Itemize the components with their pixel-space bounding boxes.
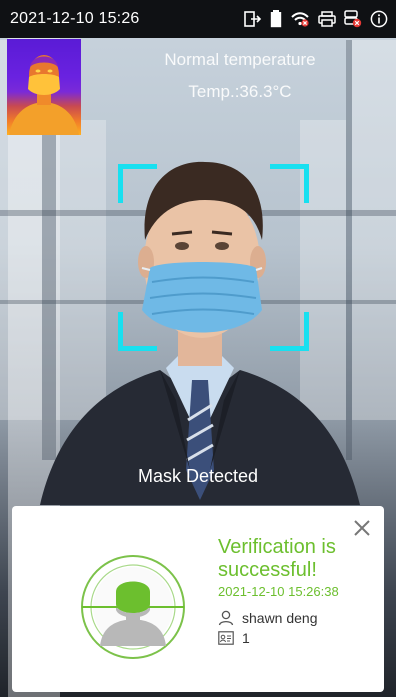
exit-icon	[244, 11, 262, 27]
database-alert-icon	[344, 10, 362, 28]
status-icons	[244, 10, 388, 28]
status-datetime: 2021-12-10 15:26	[10, 10, 140, 27]
thermal-person-silhouette	[9, 55, 79, 135]
battery-icon	[270, 10, 282, 28]
thermal-image	[7, 39, 81, 135]
user-id-row: 1	[218, 630, 250, 646]
verification-title: Verification is successful!	[218, 536, 336, 581]
user-name: shawn deng	[242, 610, 318, 626]
user-id: 1	[242, 630, 250, 646]
person-icon	[218, 610, 234, 626]
face-frame-corner-top-left	[118, 164, 157, 203]
face-frame-corner-top-right	[270, 164, 309, 203]
id-card-icon	[218, 631, 234, 645]
face-frame-corner-bottom-left	[118, 312, 157, 351]
info-icon[interactable]	[370, 10, 388, 28]
wifi-off-icon	[291, 12, 309, 27]
verification-result-card: Verification is successful! 2021-12-10 1…	[12, 506, 384, 692]
status-bar: 2021-12-10 15:26	[0, 0, 396, 38]
attendance-terminal-screen: 2021-12-10 15:26 Normal temperature Temp…	[0, 0, 396, 697]
user-name-row: shawn deng	[218, 610, 318, 626]
face-frame-corner-bottom-right	[270, 312, 309, 351]
verification-timestamp: 2021-12-10 15:26:38	[218, 584, 339, 599]
mask-detected-label: Mask Detected	[137, 466, 259, 486]
printer-icon	[318, 11, 336, 27]
temperature-reading: Temp.:36.3°C	[188, 82, 292, 101]
temperature-status: Normal temperature	[164, 50, 316, 69]
user-avatar	[81, 555, 185, 659]
